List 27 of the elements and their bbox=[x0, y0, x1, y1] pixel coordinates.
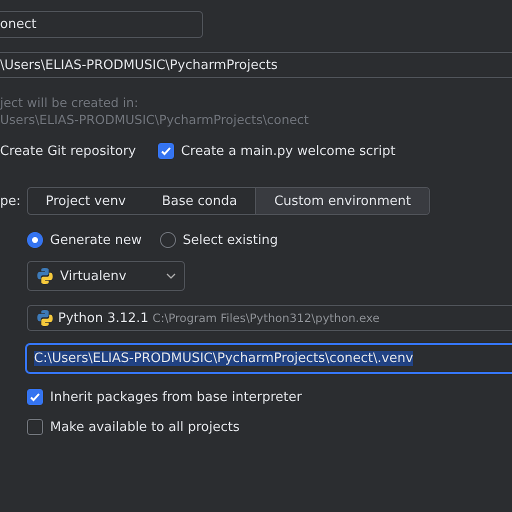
radio-label: Generate new bbox=[50, 232, 142, 248]
location-hint: ject will be created in: bbox=[0, 94, 140, 111]
checkbox[interactable] bbox=[27, 419, 43, 435]
option-label: Make available to all projects bbox=[50, 420, 240, 434]
type-label: pe: bbox=[0, 194, 21, 208]
option-label: Create Git repository bbox=[0, 144, 136, 158]
radio-label: Select existing bbox=[182, 232, 278, 248]
location-hint: Users\ELIAS-PRODMUSIC\PycharmProjects\conect bbox=[0, 111, 310, 128]
checkbox[interactable] bbox=[27, 389, 43, 405]
environment-tab[interactable]: Project venv bbox=[28, 188, 144, 214]
name-field[interactable]: onect bbox=[0, 11, 203, 38]
chevron-down-icon bbox=[166, 273, 176, 279]
environment-dropdown[interactable]: Virtualenv bbox=[27, 261, 185, 291]
python-icon bbox=[36, 267, 54, 285]
check-icon bbox=[160, 145, 172, 157]
option-label: Create a main.py welcome script bbox=[180, 144, 396, 158]
radio-button[interactable] bbox=[27, 232, 43, 248]
interpreter-field[interactable]: Python 3.12.1 C:\Program Files\Python312\python.exe bbox=[27, 305, 512, 331]
check-icon bbox=[29, 391, 41, 403]
environment-tab[interactable]: Custom environment bbox=[255, 188, 429, 214]
python-icon bbox=[36, 309, 54, 327]
checkbox[interactable] bbox=[158, 143, 174, 159]
location-field[interactable]: \Users\ELIAS-PRODMUSIC\PycharmProjects bbox=[0, 52, 512, 78]
environment-tab[interactable]: Base conda bbox=[144, 188, 256, 214]
option-label: Inherit packages from base interpreter bbox=[50, 390, 302, 404]
venv-location-field[interactable]: C:\Users\ELIAS-PRODMUSIC\PycharmProjects\conect\.venv bbox=[26, 344, 512, 373]
radio-button[interactable] bbox=[160, 232, 176, 248]
